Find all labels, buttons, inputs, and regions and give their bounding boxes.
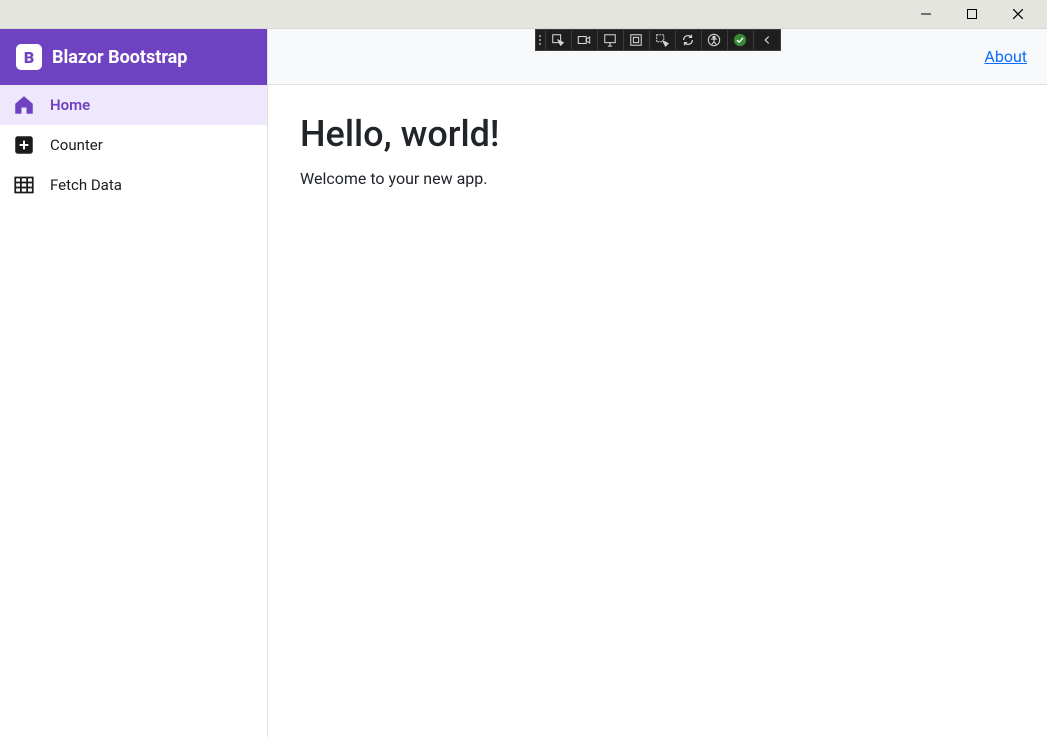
window-titlebar	[0, 0, 1047, 29]
sidebar-item-fetch-data[interactable]: Fetch Data	[0, 165, 267, 205]
select-element-icon	[551, 33, 565, 47]
debug-collapse-button[interactable]	[754, 29, 780, 51]
sidebar-item-counter[interactable]: Counter	[0, 125, 267, 165]
sidebar-item-label: Fetch Data	[50, 176, 122, 194]
debug-select-element-button[interactable]	[546, 29, 572, 51]
sidebar-nav: Home Counter Fetch Dat	[0, 85, 267, 205]
sidebar-item-label: Counter	[50, 136, 103, 154]
window-minimize-button[interactable]	[903, 0, 949, 29]
close-icon	[1013, 9, 1023, 19]
chevron-left-icon	[760, 33, 774, 47]
page-heading: Hello, world!	[300, 113, 1015, 155]
drag-handle-icon[interactable]	[536, 29, 546, 51]
debug-inspect-button[interactable]	[598, 29, 624, 51]
window-maximize-button[interactable]	[949, 0, 995, 29]
debug-status-ok-button[interactable]	[728, 29, 754, 51]
brand-badge-icon: B	[16, 44, 42, 70]
about-link[interactable]: About	[984, 47, 1027, 66]
debug-hot-reload-button[interactable]	[676, 29, 702, 51]
window-close-button[interactable]	[995, 0, 1041, 29]
minimize-icon	[921, 9, 931, 19]
maximize-icon	[967, 9, 977, 19]
check-circle-icon	[733, 33, 747, 47]
table-icon	[14, 175, 34, 195]
video-camera-icon	[577, 33, 591, 47]
debug-toolbar[interactable]	[535, 29, 781, 51]
debug-accessibility-button[interactable]	[702, 29, 728, 51]
accessibility-icon	[707, 33, 721, 47]
debug-camera-button[interactable]	[572, 29, 598, 51]
sidebar-item-home[interactable]: Home	[0, 85, 267, 125]
page-subtext: Welcome to your new app.	[300, 169, 1015, 188]
hot-reload-icon	[681, 33, 695, 47]
layout-icon	[629, 33, 643, 47]
topbar: About	[268, 29, 1047, 85]
main-area: About Hello, world! Welcome to your new …	[268, 29, 1047, 737]
sidebar-brand[interactable]: B Blazor Bootstrap	[0, 29, 267, 85]
debug-cursor-button[interactable]	[650, 29, 676, 51]
house-icon	[14, 95, 34, 115]
cursor-select-icon	[655, 33, 669, 47]
inspect-icon	[603, 33, 617, 47]
sidebar: B Blazor Bootstrap Home Counter	[0, 29, 268, 737]
plus-square-icon	[14, 135, 34, 155]
sidebar-item-label: Home	[50, 96, 90, 114]
app-shell: B Blazor Bootstrap Home Counter	[0, 29, 1047, 737]
debug-layout-button[interactable]	[624, 29, 650, 51]
page-content: Hello, world! Welcome to your new app.	[268, 85, 1047, 216]
brand-label: Blazor Bootstrap	[52, 47, 187, 68]
